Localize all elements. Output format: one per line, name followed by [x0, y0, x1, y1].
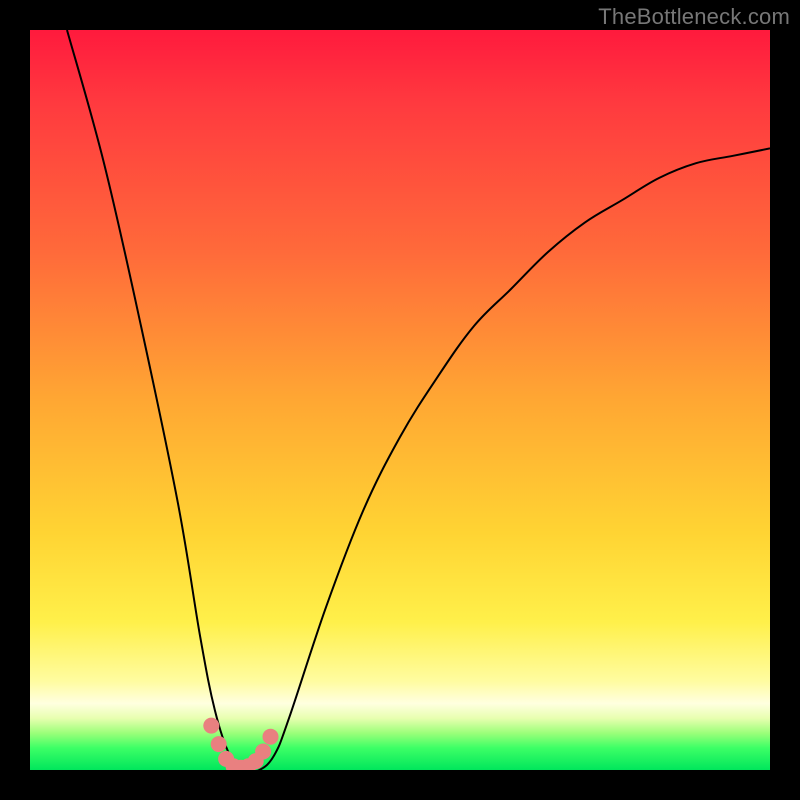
highlight-dot: [255, 744, 271, 760]
highlight-dots: [203, 718, 278, 770]
chart-frame: TheBottleneck.com: [0, 0, 800, 800]
curve-svg: [30, 30, 770, 770]
highlight-dot: [211, 736, 227, 752]
bottleneck-curve: [67, 30, 770, 770]
watermark-text: TheBottleneck.com: [598, 4, 790, 30]
plot-area: [30, 30, 770, 770]
highlight-dot: [203, 718, 219, 734]
highlight-dot: [263, 729, 279, 745]
